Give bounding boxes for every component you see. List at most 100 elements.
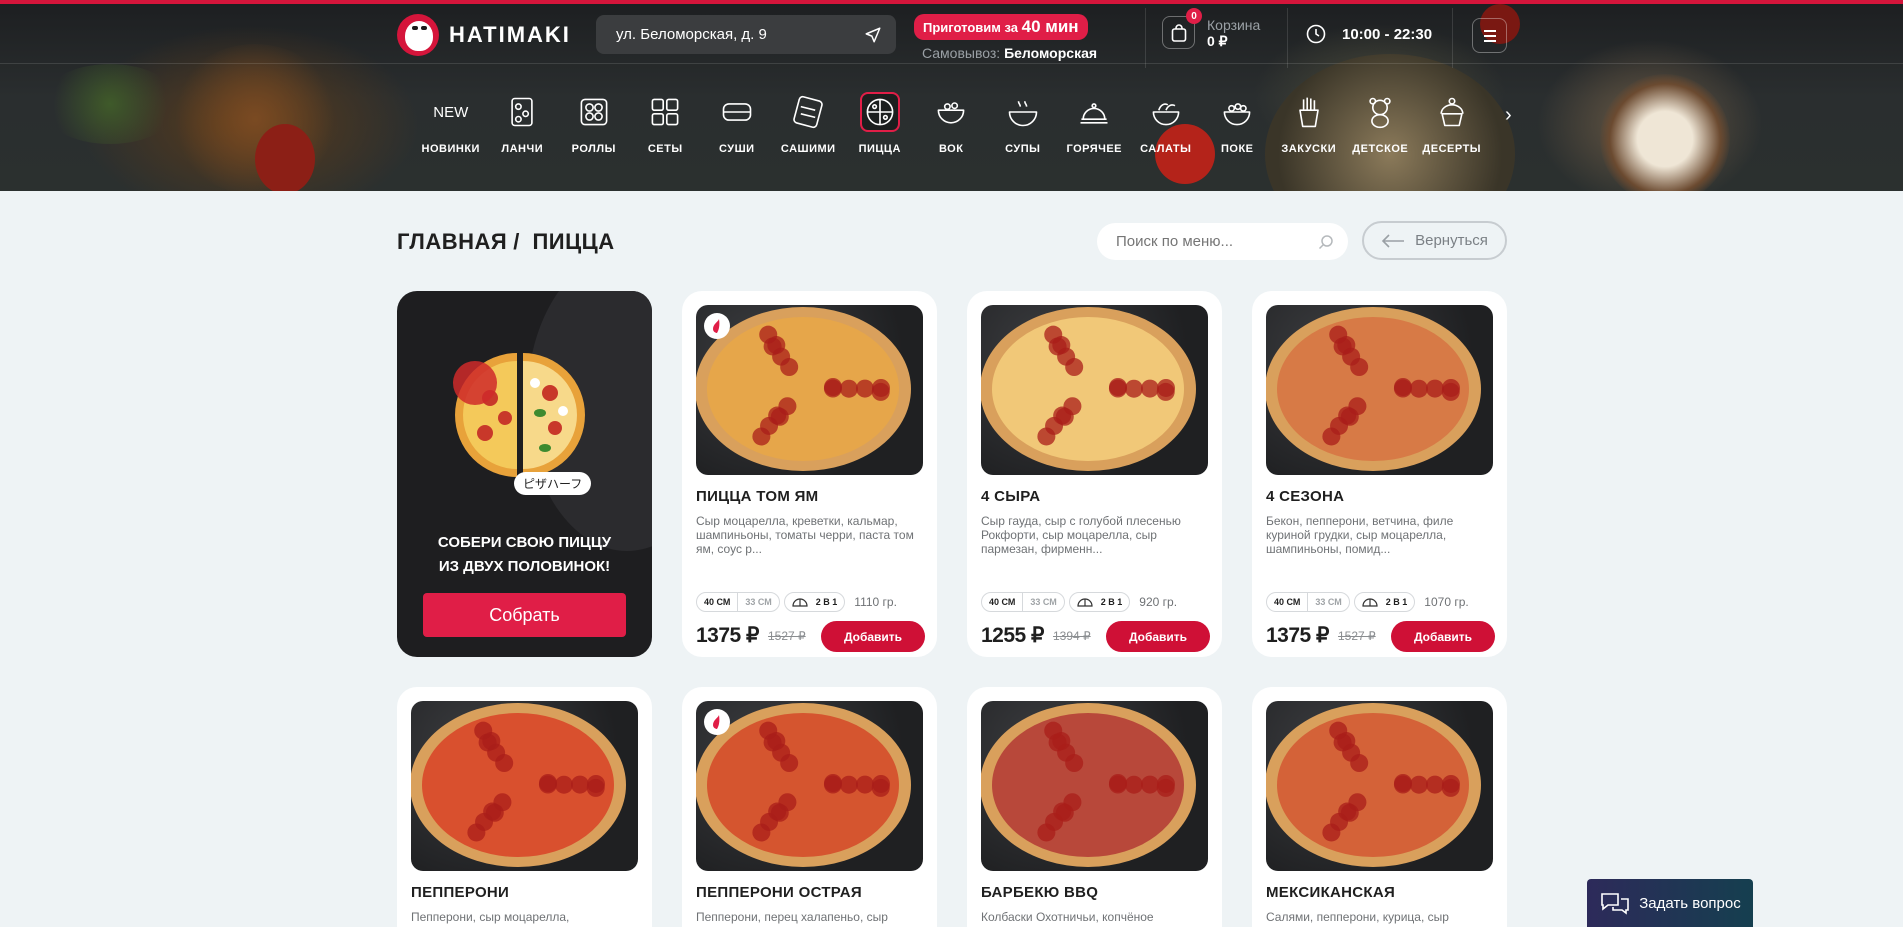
product-weight: 1070 гр. xyxy=(1424,595,1469,609)
size-toggle[interactable]: 40 СМ 33 СМ xyxy=(1266,592,1350,612)
soup-icon xyxy=(1003,92,1043,132)
product-image[interactable] xyxy=(981,305,1208,475)
category-sushi[interactable]: СУШИ xyxy=(701,92,773,155)
sashimi-icon xyxy=(788,92,828,132)
product-description: Пепперони, сыр моцарелла, xyxy=(411,910,570,924)
chat-bubbles-icon xyxy=(1601,893,1630,915)
working-hours: 10:00 - 22:30 xyxy=(1306,24,1432,44)
product-title[interactable]: МЕКСИКАНСКАЯ xyxy=(1266,884,1395,901)
product-image[interactable] xyxy=(411,701,638,871)
poke-bowl-icon xyxy=(1217,92,1257,132)
size-40[interactable]: 40 СМ xyxy=(982,593,1022,611)
category-rolls[interactable]: РОЛЛЫ xyxy=(558,92,630,155)
product-title[interactable]: ПИЦЦА ТОМ ЯМ xyxy=(696,488,818,505)
product-title[interactable]: ПЕППЕРОНИ ОСТРАЯ xyxy=(696,884,862,901)
size-toggle[interactable]: 40 СМ 33 СМ xyxy=(981,592,1065,612)
category-lunch-box[interactable]: ЛАНЧИ xyxy=(487,92,559,155)
half-half-option[interactable]: 2 В 1 xyxy=(783,592,846,612)
size-toggle[interactable]: 40 СМ 33 СМ xyxy=(696,592,780,612)
product-image[interactable] xyxy=(1266,305,1493,475)
category-label: НОВИНКИ xyxy=(421,143,480,155)
product-price: 1375 ₽ xyxy=(1266,624,1329,647)
category-cupcake[interactable]: ДЕСЕРТЫ xyxy=(1416,92,1488,155)
category-wok[interactable]: ВОК xyxy=(916,92,988,155)
product-weight: 1110 гр. xyxy=(854,595,897,609)
address-selector[interactable]: ул. Беломорская, д. 9 xyxy=(596,15,896,54)
product-image[interactable] xyxy=(696,305,923,475)
product-description: Сыр моцарелла, креветки, кальмар, шампин… xyxy=(696,514,914,556)
category-sashimi[interactable]: САШИМИ xyxy=(773,92,845,155)
pickup-info[interactable]: Самовывоз: Беломорская xyxy=(914,45,1097,61)
category-label: САЛАТЫ xyxy=(1140,143,1192,155)
category-poke-bowl[interactable]: ПОКЕ xyxy=(1202,92,1274,155)
product-description: Колбаски Охотничьи, копчёное xyxy=(981,910,1154,924)
breadcrumb-home[interactable]: ГЛАВНАЯ xyxy=(397,229,507,254)
back-button[interactable]: Вернуться xyxy=(1362,221,1507,260)
menu-search[interactable] xyxy=(1097,223,1348,260)
size-33[interactable]: 33 СМ xyxy=(1022,593,1063,611)
category-fries[interactable]: ЗАКУСКИ xyxy=(1273,92,1345,155)
product-title[interactable]: 4 СЫРА xyxy=(981,488,1040,505)
category-label: ВОК xyxy=(939,143,964,155)
category-sets[interactable]: СЕТЫ xyxy=(630,92,702,155)
category-teddy-bear[interactable]: ДЕТСКОЕ xyxy=(1345,92,1417,155)
category-new[interactable]: NEW НОВИНКИ xyxy=(415,92,487,156)
category-salad[interactable]: САЛАТЫ xyxy=(1130,92,1202,155)
product-card[interactable]: ПЕППЕРОНИ Пепперони, сыр моцарелла, xyxy=(397,687,652,927)
menu-burger-button[interactable] xyxy=(1472,18,1507,53)
product-title[interactable]: БАРБЕКЮ BBQ xyxy=(981,884,1098,901)
product-card[interactable]: БАРБЕКЮ BBQ Колбаски Охотничьи, копчёное xyxy=(967,687,1222,927)
cupcake-icon xyxy=(1432,92,1472,132)
product-card[interactable]: 4 СЫРА Сыр гауда, сыр с голубой плесенью … xyxy=(967,291,1222,657)
product-image[interactable] xyxy=(981,701,1208,871)
category-label: СЕТЫ xyxy=(647,143,683,155)
product-title[interactable]: ПЕППЕРОНИ xyxy=(411,884,509,901)
sets-icon xyxy=(645,92,685,132)
spicy-pepper-icon xyxy=(704,313,730,339)
divider xyxy=(1452,8,1453,68)
ask-question-button[interactable]: Задать вопрос xyxy=(1587,879,1753,927)
old-price: 1527 ₽ xyxy=(768,629,806,643)
add-to-cart-button[interactable]: Добавить xyxy=(1391,621,1495,652)
category-label: ЛАНЧИ xyxy=(501,143,544,155)
logo[interactable]: HATIMAKI xyxy=(397,14,571,56)
add-to-cart-button[interactable]: Добавить xyxy=(821,621,925,652)
chevron-right-icon[interactable]: › xyxy=(1505,104,1512,127)
product-image[interactable] xyxy=(1266,701,1493,871)
logo-mascot-icon xyxy=(397,14,439,56)
product-image[interactable] xyxy=(696,701,923,871)
size-33[interactable]: 33 СМ xyxy=(1307,593,1348,611)
half-half-option[interactable]: 2 В 1 xyxy=(1353,592,1416,612)
product-card[interactable]: 4 СЕЗОНА Бекон, пепперони, ветчина, филе … xyxy=(1252,291,1507,657)
add-to-cart-button[interactable]: Добавить xyxy=(1106,621,1210,652)
category-label: САШИМИ xyxy=(780,143,836,155)
shopping-bag-icon: 0 xyxy=(1162,8,1202,49)
old-price: 1394 ₽ xyxy=(1053,629,1091,643)
pizza-icon xyxy=(859,92,900,132)
half-pizza-promo-card[interactable]: ピザハーフ СОБЕРИ СВОЮ ПИЦЦУ ИЗ ДВУХ ПОЛОВИНО… xyxy=(397,291,652,657)
product-card[interactable]: ПИЦЦА ТОМ ЯМ Сыр моцарелла, креветки, кал… xyxy=(682,291,937,657)
size-40[interactable]: 40 СМ xyxy=(1267,593,1307,611)
search-icon[interactable] xyxy=(1318,234,1334,250)
size-40[interactable]: 40 СМ xyxy=(697,593,737,611)
product-weight: 920 гр. xyxy=(1139,595,1178,609)
product-card[interactable]: ПЕППЕРОНИ ОСТРАЯ Пепперони, перец халапен… xyxy=(682,687,937,927)
half-pizza-icon xyxy=(1077,598,1093,607)
cart-button[interactable]: 0 Корзина 0 ₽ xyxy=(1162,8,1260,49)
assemble-button[interactable]: Собрать xyxy=(423,593,626,637)
category-label: ДЕСЕРТЫ xyxy=(1422,143,1482,155)
product-title[interactable]: 4 СЕЗОНА xyxy=(1266,488,1344,505)
product-description: Бекон, пепперони, ветчина, филе куриной … xyxy=(1266,514,1454,556)
site-header: HATIMAKI ул. Беломорская, д. 9 Приготови… xyxy=(0,4,1903,68)
category-cloche[interactable]: ГОРЯЧЕЕ xyxy=(1059,92,1131,155)
size-33[interactable]: 33 СМ xyxy=(737,593,778,611)
product-card[interactable]: МЕКСИКАНСКАЯ Салями, пепперони, курица, с… xyxy=(1252,687,1507,927)
category-pizza[interactable]: ПИЦЦА xyxy=(844,92,916,155)
category-soup[interactable]: СУПЫ xyxy=(987,92,1059,155)
arrow-left-icon xyxy=(1381,233,1405,248)
half-half-option[interactable]: 2 В 1 xyxy=(1068,592,1131,612)
address-text: ул. Беломорская, д. 9 xyxy=(616,26,767,43)
category-label: ЗАКУСКИ xyxy=(1281,143,1337,155)
promo-text: СОБЕРИ СВОЮ ПИЦЦУ ИЗ ДВУХ ПОЛОВИНОК! xyxy=(437,534,612,575)
search-input[interactable] xyxy=(1116,233,1306,250)
